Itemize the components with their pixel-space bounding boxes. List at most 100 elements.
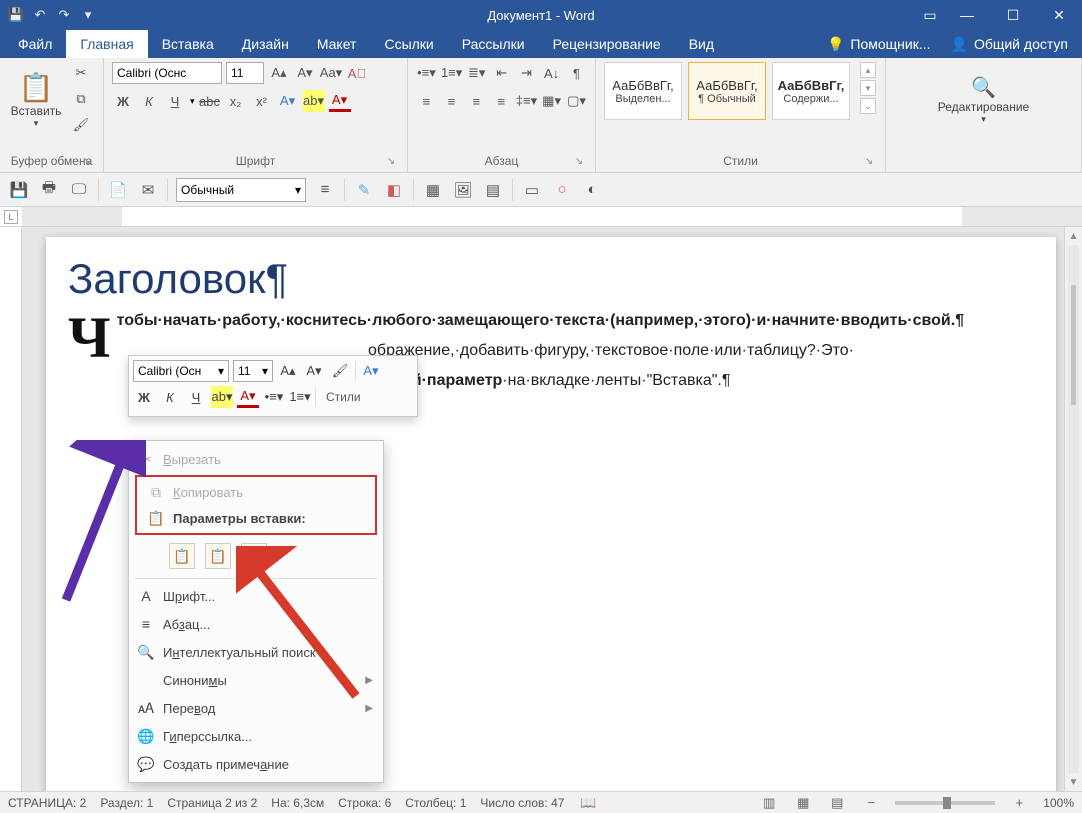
copy-icon[interactable]: ⧉ — [70, 88, 92, 110]
web-layout-icon[interactable]: ▤ — [827, 794, 847, 812]
align-left-icon[interactable]: ≡ — [416, 90, 437, 112]
cm-synonyms[interactable]: Синонимы▶ — [129, 666, 383, 694]
show-marks-icon[interactable]: ¶ — [566, 62, 587, 84]
minimize-button[interactable]: — — [944, 0, 990, 30]
tab-selector[interactable]: L — [4, 210, 18, 224]
numbering-icon[interactable]: 1≡▾ — [441, 62, 462, 84]
scroll-thumb[interactable] — [1071, 285, 1076, 405]
status-page-of[interactable]: Страница 2 из 2 — [167, 796, 257, 810]
clear-formatting-icon[interactable]: A⃠ — [346, 62, 368, 84]
styles-scroll[interactable]: ▴▾⌄ — [860, 62, 876, 114]
tab-references[interactable]: Ссылки — [370, 30, 447, 58]
cm-copy[interactable]: ⧉ Копировать — [139, 479, 373, 505]
redo-icon[interactable]: ↷ — [56, 7, 72, 23]
tab-review[interactable]: Рецензирование — [539, 30, 675, 58]
mt-underline-button[interactable]: Ч — [185, 386, 207, 408]
mt-grow-font-icon[interactable]: A▴ — [277, 360, 299, 382]
mt-text-effects-icon[interactable]: A▾ — [360, 360, 382, 382]
mt-bold-button[interactable]: Ж — [133, 386, 155, 408]
print-layout-icon[interactable]: ▦ — [793, 794, 813, 812]
vertical-ruler[interactable] — [0, 227, 22, 791]
zoom-out-icon[interactable]: − — [861, 794, 881, 812]
zoom-in-icon[interactable]: + — [1009, 794, 1029, 812]
cm-font[interactable]: A Шрифт... — [129, 582, 383, 610]
cm-smart-lookup[interactable]: 🔍 Интеллектуальный поиск — [129, 638, 383, 666]
font-name-combo[interactable] — [112, 62, 222, 84]
decrease-indent-icon[interactable]: ⇤ — [491, 62, 512, 84]
save-icon[interactable]: 💾 — [8, 7, 24, 23]
tb-chart-icon[interactable]: ▤ — [482, 179, 504, 201]
tb-shapes-icon[interactable]: ◐ — [581, 179, 603, 201]
cut-icon[interactable]: ✂ — [70, 62, 92, 84]
tb-image-icon[interactable]: 🖼 — [452, 179, 474, 201]
italic-button[interactable]: К — [138, 90, 160, 112]
change-case-icon[interactable]: Aa▾ — [320, 62, 342, 84]
ribbon-display-options-icon[interactable]: ▭ — [916, 0, 944, 30]
read-mode-icon[interactable]: ▥ — [759, 794, 779, 812]
bold-button[interactable]: Ж — [112, 90, 134, 112]
mt-format-painter-icon[interactable]: 🖌 — [329, 360, 351, 382]
status-section[interactable]: Раздел: 1 — [100, 796, 153, 810]
underline-button[interactable]: Ч — [164, 90, 186, 112]
tb-table-icon[interactable]: ▦ — [422, 179, 444, 201]
font-launcher-icon[interactable]: ↘ — [385, 156, 397, 168]
style-card-0[interactable]: АаБбВвГг,Выделен... — [604, 62, 682, 120]
justify-icon[interactable]: ≡ — [491, 90, 512, 112]
status-page[interactable]: СТРАНИЦА: 2 — [8, 796, 86, 810]
status-words[interactable]: Число слов: 47 — [480, 796, 564, 810]
mt-font-size[interactable]: 11▾ — [233, 360, 273, 382]
text-effects-icon[interactable]: A▾ — [277, 90, 299, 112]
tab-file[interactable]: Файл — [4, 30, 66, 58]
tab-view[interactable]: Вид — [675, 30, 728, 58]
borders-icon[interactable]: ▢▾ — [566, 90, 587, 112]
increase-indent-icon[interactable]: ⇥ — [516, 62, 537, 84]
clipboard-launcher-icon[interactable]: ↘ — [81, 156, 93, 168]
spellcheck-icon[interactable]: 📖 — [578, 794, 598, 812]
undo-icon[interactable]: ↶ — [32, 7, 48, 23]
highlight-color-icon[interactable]: ab▾ — [303, 90, 325, 112]
cm-paragraph[interactable]: ≡ Абзац... — [129, 610, 383, 638]
mt-font-color-icon[interactable]: A▾ — [237, 386, 259, 408]
styles-launcher-icon[interactable]: ↘ — [863, 156, 875, 168]
mt-bullets-icon[interactable]: •≡▾ — [263, 386, 285, 408]
status-line[interactable]: Строка: 6 — [338, 796, 391, 810]
mt-font-name[interactable]: Calibri (Осн▾ — [133, 360, 229, 382]
mt-shrink-font-icon[interactable]: A▾ — [303, 360, 325, 382]
tb-print-icon[interactable]: 🖶 — [38, 179, 60, 201]
scroll-up-icon[interactable]: ▲ — [1065, 227, 1082, 245]
tb-doc-icon[interactable]: 📄 — [107, 179, 129, 201]
tab-layout[interactable]: Макет — [303, 30, 371, 58]
line-spacing-icon[interactable]: ‡≡▾ — [516, 90, 537, 112]
tb-highlight-tool-icon[interactable]: ✎ — [353, 179, 375, 201]
multilevel-list-icon[interactable]: ≣▾ — [466, 62, 487, 84]
font-color-icon[interactable]: A▾ — [329, 90, 351, 112]
zoom-value[interactable]: 100% — [1043, 796, 1074, 810]
cm-translate[interactable]: 🗚 Перевод▶ — [129, 694, 383, 722]
paste-text-only-icon[interactable]: 📋A — [241, 543, 267, 569]
strikethrough-button[interactable]: abc — [199, 90, 221, 112]
tb-circle-icon[interactable]: ○ — [551, 179, 573, 201]
mt-numbering-icon[interactable]: 1≡▾ — [289, 386, 311, 408]
cm-hyperlink[interactable]: 🌐 Гиперссылка... — [129, 722, 383, 750]
tb-page-icon[interactable]: ▭ — [521, 179, 543, 201]
tb-save-icon[interactable]: 💾 — [8, 179, 30, 201]
tb-envelope-icon[interactable]: ✉ — [137, 179, 159, 201]
cm-cut[interactable]: ✂ Вырезать — [129, 445, 383, 473]
mt-highlight-icon[interactable]: ab▾ — [211, 386, 233, 408]
qat-customize-icon[interactable]: ▾ — [80, 7, 96, 23]
style-card-1[interactable]: АаБбВвГг,¶ Обычный — [688, 62, 766, 120]
grow-font-icon[interactable]: A▴ — [268, 62, 290, 84]
superscript-button[interactable]: x² — [251, 90, 273, 112]
style-combo[interactable]: Обычный▾ — [176, 178, 306, 202]
tb-apply-style-icon[interactable]: ≡ — [314, 179, 336, 201]
paragraph-launcher-icon[interactable]: ↘ — [573, 156, 585, 168]
scroll-down-icon[interactable]: ▼ — [1065, 773, 1082, 791]
status-at[interactable]: На: 6,3см — [271, 796, 324, 810]
tell-me[interactable]: 💡 Помощник... — [817, 30, 941, 58]
editing-button[interactable]: 🔍 Редактирование ▾ — [938, 62, 1029, 138]
style-card-2[interactable]: АаБбВвГг,Содержи... — [772, 62, 850, 120]
sort-icon[interactable]: A↓ — [541, 62, 562, 84]
subscript-button[interactable]: x₂ — [225, 90, 247, 112]
close-button[interactable]: ✕ — [1036, 0, 1082, 30]
share-button[interactable]: 👤 Общий доступ — [941, 30, 1079, 58]
